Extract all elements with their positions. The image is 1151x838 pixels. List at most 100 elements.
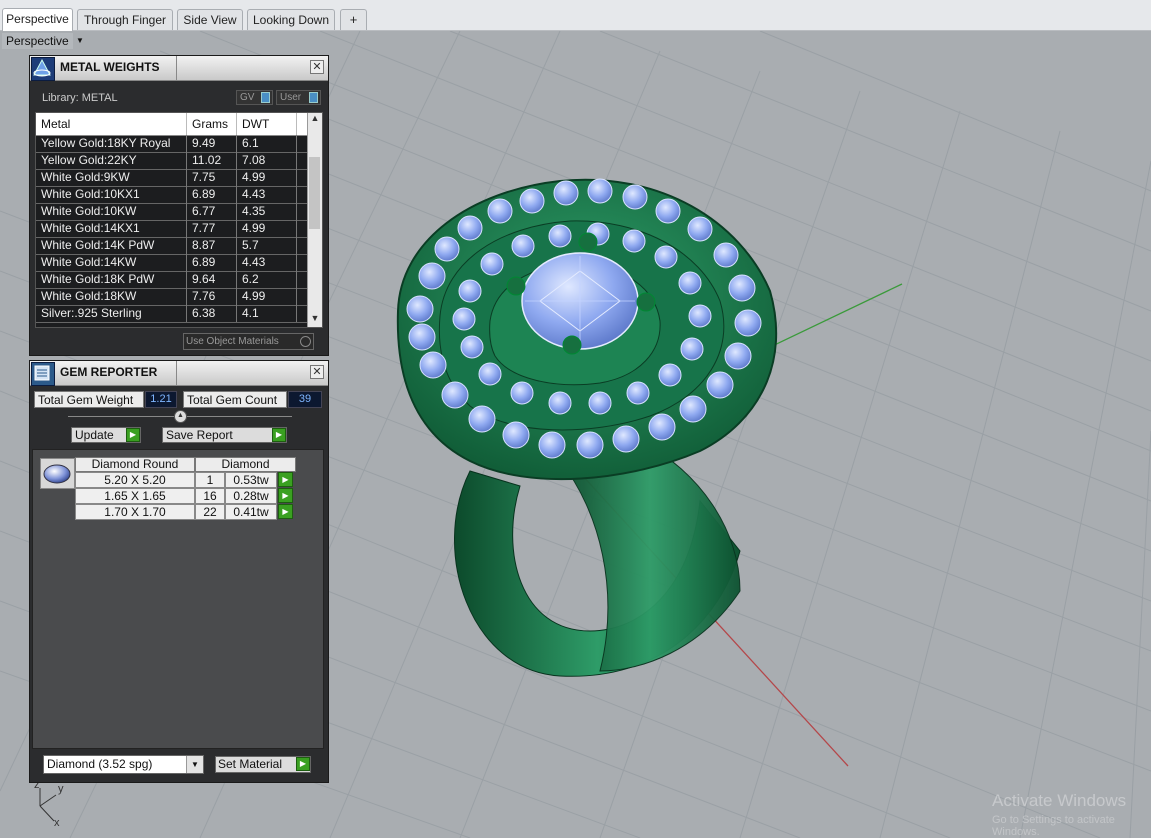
title-divider — [176, 361, 177, 385]
table-row[interactable]: White Gold:9KW 7.75 4.99 — [36, 169, 308, 187]
windows-activation-watermark: Activate Windows — [992, 791, 1127, 810]
gem-cell-size: 5.20 X 5.20 — [75, 472, 195, 488]
panel-slider-knob[interactable]: ▲ — [174, 410, 187, 423]
table-row[interactable]: White Gold:18K PdW 9.64 6.2 — [36, 271, 308, 289]
windows-activation-subtext: Go to Settings to activate Windows. — [992, 814, 1115, 838]
cell-grams: 7.76 — [192, 289, 216, 303]
material-select[interactable]: Diamond (3.52 spg) ▼ — [43, 755, 204, 774]
user-toggle[interactable]: User — [276, 90, 321, 105]
metal-weights-table[interactable]: Metal Grams DWT Yellow Gold:18KY Royal 9.… — [35, 112, 323, 328]
title-divider — [176, 56, 177, 80]
cell-grams: 7.77 — [192, 221, 216, 235]
cell-metal: White Gold:10KX1 — [41, 187, 140, 201]
cell-metal: White Gold:9KW — [41, 170, 130, 184]
cell-dwt: 6.1 — [242, 136, 259, 150]
table-row[interactable]: White Gold:10KX1 6.89 4.43 — [36, 186, 308, 204]
metal-weights-icon — [31, 57, 55, 81]
tab-perspective[interactable]: Perspective — [2, 8, 73, 31]
use-object-materials-button[interactable]: Use Object Materials — [183, 333, 314, 350]
cell-grams: 8.87 — [192, 238, 216, 252]
table-row[interactable]: White Gold:14K PdW 8.87 5.7 — [36, 237, 308, 255]
cell-grams: 6.89 — [192, 255, 216, 269]
select-gem-arrow-icon[interactable]: ▶ — [278, 472, 293, 487]
chevron-down-icon[interactable]: ▼ — [186, 756, 203, 773]
gem-material-header: Diamond — [195, 457, 296, 472]
gem-cell-count: 1 — [195, 472, 225, 488]
cell-metal: White Gold:18K PdW — [41, 272, 155, 286]
cell-grams: 9.49 — [192, 136, 216, 150]
select-gem-arrow-icon[interactable]: ▶ — [278, 504, 293, 519]
gem-cell-count: 22 — [195, 504, 225, 520]
cell-metal: White Gold:14KW — [41, 255, 137, 269]
gem-shape-header: Diamond Round — [75, 457, 195, 472]
viewport-title-label[interactable]: Perspective — [2, 33, 73, 49]
metal-weights-title: METAL WEIGHTS — [60, 60, 160, 74]
table-row[interactable]: Yellow Gold:18KY Royal 9.49 6.1 — [36, 135, 308, 153]
add-tab-button[interactable]: + — [340, 9, 367, 30]
cell-dwt: 4.43 — [242, 187, 266, 201]
save-report-label: Save Report — [166, 428, 233, 442]
user-toggle-label: User — [280, 92, 302, 103]
table-row[interactable]: White Gold:18KW 7.76 4.99 — [36, 288, 308, 306]
tab-side-view[interactable]: Side View — [177, 9, 243, 30]
column-header-metal[interactable]: Metal — [36, 113, 186, 135]
scroll-down-icon[interactable]: ▼ — [308, 313, 322, 327]
gem-cell-weight: 0.53tw — [225, 472, 277, 488]
tab-through-finger[interactable]: Through Finger — [77, 9, 173, 30]
axis-x-label: x — [54, 817, 60, 829]
select-gem-arrow-icon[interactable]: ▶ — [278, 488, 293, 503]
viewport-tab-strip: Perspective Through Finger Side View Loo… — [0, 0, 1151, 31]
metal-table-header: Metal Grams DWT — [36, 113, 308, 136]
metal-weights-panel: METAL WEIGHTS ✕ Library: METAL GV User M… — [29, 55, 329, 356]
gem-list-area: Diamond Round Diamond 5.20 X 5.20 1 0.53tw… — [32, 449, 324, 749]
update-button[interactable]: Update ▶ — [71, 427, 141, 443]
set-material-button[interactable]: Set Material ▶ — [215, 756, 311, 773]
table-row[interactable]: White Gold:10KW 6.77 4.35 — [36, 203, 308, 221]
update-button-label: Update — [75, 428, 114, 442]
table-row[interactable]: Silver:.925 Sterling 6.38 4.1 — [36, 305, 308, 323]
cell-grams: 9.64 — [192, 272, 216, 286]
gem-reporter-panel: GEM REPORTER ✕ Total Gem Weight 1.21 Tot… — [29, 360, 329, 783]
gem-cell-weight: 0.41tw — [225, 504, 277, 520]
metal-weights-close-icon[interactable]: ✕ — [310, 60, 324, 74]
cell-dwt: 4.1 — [242, 306, 259, 320]
gem-reporter-icon — [31, 362, 55, 386]
cell-dwt: 5.7 — [242, 238, 259, 252]
scroll-up-icon[interactable]: ▲ — [308, 113, 322, 127]
cell-grams: 11.02 — [192, 153, 222, 167]
table-row[interactable]: White Gold:14KX1 7.77 4.99 — [36, 220, 308, 238]
metal-table-scrollbar[interactable]: ▲ ▼ — [307, 113, 322, 327]
cell-dwt: 7.08 — [242, 153, 266, 167]
gem-reporter-close-icon[interactable]: ✕ — [310, 365, 324, 379]
cell-dwt: 4.99 — [242, 289, 266, 303]
cell-metal: Yellow Gold:18KY Royal — [41, 136, 171, 150]
cell-dwt: 4.43 — [242, 255, 266, 269]
cell-dwt: 4.99 — [242, 221, 266, 235]
column-header-dwt[interactable]: DWT — [237, 113, 297, 135]
table-row[interactable]: White Gold:14KW 6.89 4.43 — [36, 254, 308, 272]
gem-cell-size: 1.65 X 1.65 — [75, 488, 195, 504]
diamond-thumbnail — [40, 458, 75, 489]
cell-grams: 6.77 — [192, 204, 216, 218]
cell-metal: White Gold:10KW — [41, 204, 137, 218]
cell-metal: Silver:.925 Sterling — [41, 306, 142, 320]
gem-reporter-header[interactable]: GEM REPORTER ✕ — [30, 361, 328, 386]
gem-reporter-title: GEM REPORTER — [60, 365, 158, 379]
tab-looking-down[interactable]: Looking Down — [247, 9, 335, 30]
material-select-value: Diamond (3.52 spg) — [47, 757, 153, 771]
play-arrow-icon: ▶ — [126, 428, 140, 442]
axis-y-label: y — [58, 783, 64, 795]
column-header-grams[interactable]: Grams — [187, 113, 236, 135]
play-arrow-icon: ▶ — [272, 428, 286, 442]
gv-toggle[interactable]: GV — [236, 90, 273, 105]
library-label: Library: METAL — [42, 92, 118, 104]
viewport-menu-chevron-down-icon[interactable]: ▼ — [74, 33, 86, 49]
cell-grams: 6.38 — [192, 306, 216, 320]
cell-dwt: 4.35 — [242, 204, 266, 218]
table-row[interactable]: Yellow Gold:22KY 11.02 7.08 — [36, 152, 308, 170]
scroll-thumb[interactable] — [309, 157, 320, 229]
metal-weights-header[interactable]: METAL WEIGHTS ✕ — [30, 56, 328, 81]
save-report-button[interactable]: Save Report ▶ — [162, 427, 287, 443]
gem-cell-weight: 0.28tw — [225, 488, 277, 504]
use-object-materials-label: Use Object Materials — [186, 336, 279, 347]
